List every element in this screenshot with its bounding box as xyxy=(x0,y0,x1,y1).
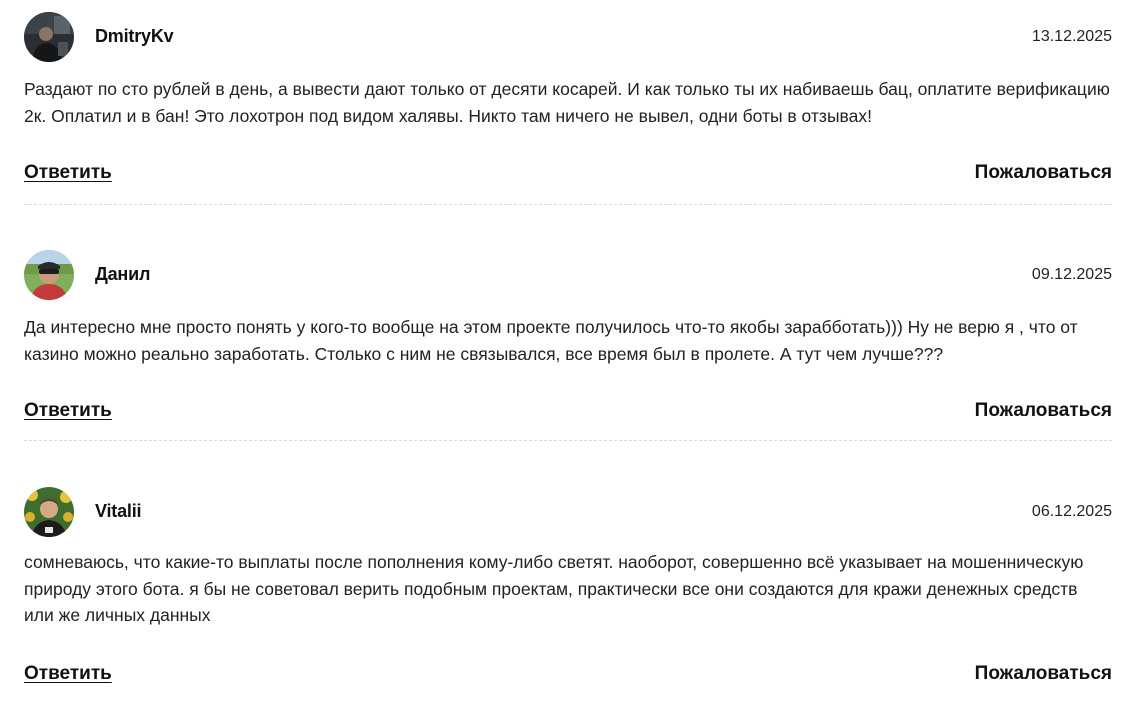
report-link[interactable]: Пожаловаться xyxy=(975,162,1112,184)
comment-date: 09.12.2025 xyxy=(1031,266,1112,283)
author-name: Данил xyxy=(95,264,151,284)
divider xyxy=(24,440,1112,441)
divider xyxy=(24,204,1112,205)
comment-text: сомневаюсь, что какие-то выплаты после п… xyxy=(24,552,1084,625)
comment-actions: Ответить Пожаловаться xyxy=(24,162,1112,188)
comment-actions: Ответить Пожаловаться xyxy=(24,400,1112,426)
reply-link[interactable]: Ответить xyxy=(24,162,112,184)
comment-text: Да интересно мне просто понять у кого-то… xyxy=(24,317,1078,364)
report-link[interactable]: Пожаловаться xyxy=(975,400,1112,422)
reply-link[interactable]: Ответить xyxy=(24,400,112,422)
comment-date: 13.12.2025 xyxy=(1031,28,1112,45)
comment-text: Раздают по сто рублей в день, а вывести … xyxy=(24,79,1110,126)
comment-header: Vitalii 06.12.2025 xyxy=(24,487,1112,537)
comment-item: Данил 09.12.2025 Да интересно мне просто… xyxy=(24,250,1112,441)
comment-date: 06.12.2025 xyxy=(1031,503,1112,520)
report-link[interactable]: Пожаловаться xyxy=(975,663,1112,685)
comment-actions: Ответить Пожаловаться xyxy=(24,663,1112,689)
comment-header: DmitryKv 13.12.2025 xyxy=(24,12,1112,62)
comment-item: Vitalii 06.12.2025 сомневаюсь, что какие… xyxy=(24,487,1112,684)
avatar[interactable] xyxy=(24,12,74,62)
author-name: DmitryKv xyxy=(95,26,174,46)
avatar[interactable] xyxy=(24,250,74,300)
author-name: Vitalii xyxy=(95,501,142,521)
avatar[interactable] xyxy=(24,487,74,537)
comments-list: DmitryKv 13.12.2025 Раздают по сто рубле… xyxy=(0,0,1126,704)
comment-header: Данил 09.12.2025 xyxy=(24,250,1112,300)
reply-link[interactable]: Ответить xyxy=(24,663,112,685)
comment-item: DmitryKv 13.12.2025 Раздают по сто рубле… xyxy=(24,12,1112,205)
